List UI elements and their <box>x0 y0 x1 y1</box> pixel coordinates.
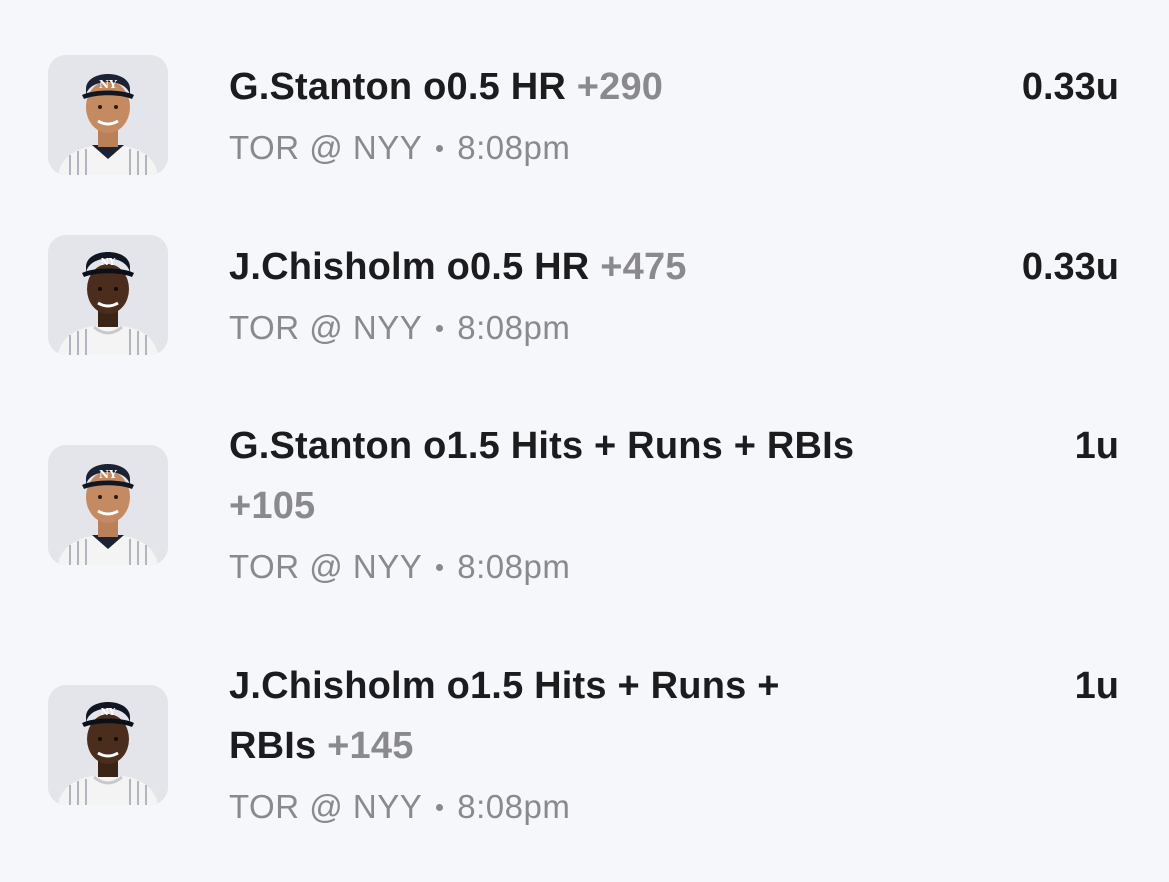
game-time: 8:08pm <box>457 129 571 166</box>
bet-row[interactable]: NY G.Stanton o0.5 HR +290 TOR @ NYY 8:08p… <box>0 0 1169 180</box>
bet-details: J.Chisholm o1.5 Hits + Runs + RBIs +145 T… <box>229 656 949 830</box>
bet-row[interactable]: NY J.Chisholm o1.5 Hits + Runs + RBIs +14… <box>0 600 1169 840</box>
bet-details: G.Stanton o1.5 Hits + Runs + RBIs +105 TO… <box>229 416 949 590</box>
bet-details: J.Chisholm o0.5 HR +475 TOR @ NYY 8:08pm <box>229 237 949 351</box>
bet-selection: J.Chisholm o1.5 Hits + Runs + <box>229 665 780 707</box>
matchup: TOR @ NYY <box>229 129 423 166</box>
chisholm-headshot-icon: NY <box>48 235 168 355</box>
bet-selection: G.Stanton o1.5 Hits + Runs + RBIs <box>229 425 855 467</box>
bet-list: NY G.Stanton o0.5 HR +290 TOR @ NYY 8:08p… <box>0 0 1169 882</box>
svg-text:NY: NY <box>99 468 117 481</box>
game-info: TOR @ NYY 8:08pm <box>229 125 949 171</box>
bet-row[interactable]: NY J.Chisholm o0.5 HR +475 TOR @ NYY 8:08… <box>0 180 1169 360</box>
bet-odds: +290 <box>576 66 664 108</box>
svg-text:NY: NY <box>101 708 116 718</box>
svg-text:NY: NY <box>99 78 117 91</box>
matchup: TOR @ NYY <box>229 309 423 346</box>
bet-selection: G.Stanton o0.5 HR <box>229 66 566 108</box>
player-avatar: NY <box>48 235 168 355</box>
separator-dot-icon <box>436 563 444 571</box>
bet-selection-continued: RBIs <box>229 725 317 767</box>
game-info: TOR @ NYY 8:08pm <box>229 544 949 590</box>
player-avatar: NY <box>48 55 168 175</box>
bet-odds: +145 <box>327 725 414 767</box>
player-avatar: NY <box>48 445 168 565</box>
stake-units: 0.33u <box>1021 66 1119 108</box>
game-info: TOR @ NYY 8:08pm <box>229 784 949 830</box>
bet-details: G.Stanton o0.5 HR +290 TOR @ NYY 8:08pm <box>229 57 949 171</box>
stake-units: 1u <box>1074 665 1119 707</box>
player-avatar: NY <box>48 685 168 805</box>
stake-units: 0.33u <box>1021 246 1119 288</box>
separator-dot-icon <box>436 803 444 811</box>
stanton-headshot-icon: NY <box>48 445 168 565</box>
game-time: 8:08pm <box>457 788 571 825</box>
game-time: 8:08pm <box>457 309 571 346</box>
bet-title: J.Chisholm o1.5 Hits + Runs + RBIs +145 <box>229 656 949 776</box>
matchup: TOR @ NYY <box>229 548 423 585</box>
bet-row[interactable]: NY G.Stanton o1.5 Hits + Runs + RBIs +105… <box>0 360 1169 600</box>
bet-odds: +105 <box>229 485 316 527</box>
bet-odds: +475 <box>600 246 687 288</box>
bet-title: J.Chisholm o0.5 HR +475 <box>229 237 949 297</box>
bet-title: G.Stanton o1.5 Hits + Runs + RBIs +105 <box>229 416 949 536</box>
chisholm-headshot-icon: NY <box>48 685 168 805</box>
separator-dot-icon <box>436 144 444 152</box>
stanton-headshot-icon: NY <box>48 55 168 175</box>
stake-units: 1u <box>1074 425 1119 467</box>
game-time: 8:08pm <box>457 548 571 585</box>
matchup: TOR @ NYY <box>229 788 423 825</box>
separator-dot-icon <box>436 324 444 332</box>
bet-title: G.Stanton o0.5 HR +290 <box>229 57 949 117</box>
game-info: TOR @ NYY 8:08pm <box>229 305 949 351</box>
bet-selection: J.Chisholm o0.5 HR <box>229 246 590 288</box>
svg-text:NY: NY <box>101 258 116 268</box>
